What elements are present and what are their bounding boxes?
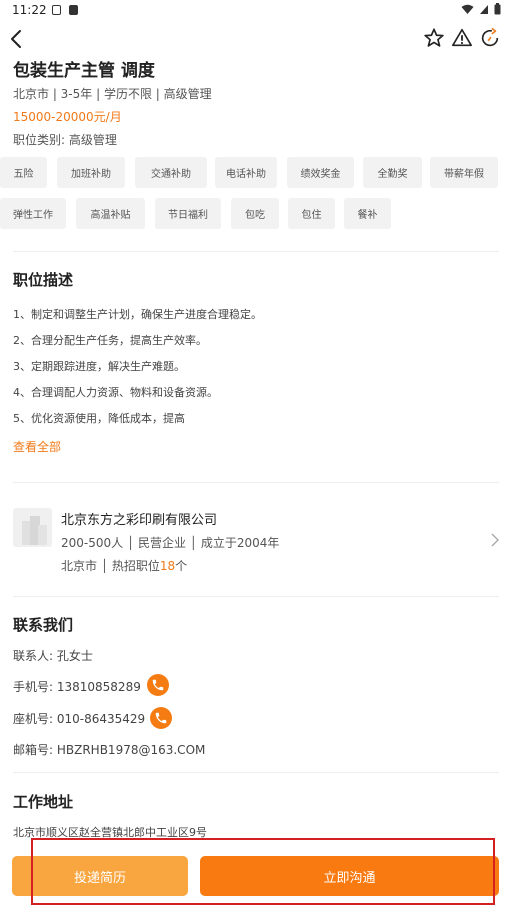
wifi-icon bbox=[461, 4, 474, 14]
chevron-right-icon[interactable] bbox=[490, 533, 500, 547]
company-location: 北京市 │ 热招职位18个 bbox=[61, 557, 187, 574]
address-heading: 工作地址 bbox=[13, 793, 74, 811]
benefit-tag: 全勤奖 bbox=[363, 157, 422, 188]
description-line: 3、定期跟踪进度，解决生产难题。 bbox=[13, 360, 185, 373]
call-mobile-button[interactable] bbox=[147, 674, 169, 696]
job-title: 包装生产主管 调度 bbox=[13, 61, 155, 81]
divider bbox=[13, 251, 499, 252]
contact-person: 联系人: 孔女士 bbox=[13, 649, 93, 663]
share-refresh-icon[interactable] bbox=[479, 27, 501, 49]
benefit-tag: 电话补助 bbox=[215, 157, 277, 188]
company-logo bbox=[13, 508, 52, 547]
benefit-tag: 弹性工作 bbox=[0, 198, 66, 229]
description-line: 2、合理分配生产任务，提高生产效率。 bbox=[13, 334, 207, 347]
divider bbox=[13, 596, 499, 597]
call-landline-button[interactable] bbox=[150, 707, 172, 729]
hot-jobs-count: 18 bbox=[159, 559, 176, 573]
notification-icon bbox=[52, 5, 61, 15]
benefit-tag: 加班补助 bbox=[57, 157, 125, 188]
company-location-prefix: 北京市 │ 热招职位 bbox=[61, 559, 160, 573]
benefit-tag: 交通补助 bbox=[135, 157, 207, 188]
description-line: 5、优化资源使用，降低成本，提高 bbox=[13, 412, 185, 425]
status-bar: 11:22 bbox=[0, 0, 511, 22]
benefit-tag: 餐补 bbox=[344, 198, 391, 229]
view-all-link[interactable]: 查看全部 bbox=[13, 438, 61, 455]
job-meta: 北京市 | 3-5年 | 学历不限 | 高级管理 bbox=[13, 87, 212, 101]
building-icon bbox=[22, 516, 47, 545]
contact-landline: 座机号: 010-86435429 bbox=[13, 712, 146, 726]
battery-icon bbox=[494, 3, 501, 15]
benefit-tag: 包住 bbox=[288, 198, 335, 229]
report-warning-icon[interactable] bbox=[451, 27, 473, 49]
benefit-tag: 带薪年假 bbox=[430, 157, 498, 188]
benefit-tag: 节日福利 bbox=[155, 198, 221, 229]
benefit-tag: 高温补贴 bbox=[76, 198, 145, 229]
status-time: 11:22 bbox=[12, 3, 47, 17]
phone-icon bbox=[155, 712, 167, 724]
description-line: 1、制定和调整生产计划，确保生产进度合理稳定。 bbox=[13, 308, 262, 321]
benefit-tag: 五险 bbox=[0, 157, 47, 188]
company-name[interactable]: 北京东方之彩印刷有限公司 bbox=[61, 509, 217, 528]
top-bar bbox=[0, 24, 511, 54]
notification-icon-2 bbox=[69, 5, 78, 15]
company-location-suffix: 个 bbox=[175, 559, 188, 573]
favorite-star-icon[interactable] bbox=[423, 27, 445, 49]
job-category: 职位类别: 高级管理 bbox=[13, 133, 117, 147]
divider bbox=[13, 772, 499, 773]
highlight-box bbox=[31, 838, 495, 905]
benefit-tag: 绩效奖金 bbox=[287, 157, 354, 188]
signal-icon bbox=[480, 4, 488, 14]
description-heading: 职位描述 bbox=[13, 271, 74, 289]
company-info: 200-500人 │ 民营企业 │ 成立于2004年 bbox=[61, 536, 280, 550]
contact-heading: 联系我们 bbox=[13, 616, 74, 634]
contact-email: 邮箱号: HBZRHB1978@163.COM bbox=[13, 743, 206, 757]
divider bbox=[13, 482, 499, 483]
phone-icon bbox=[152, 679, 164, 691]
contact-mobile: 手机号: 13810858289 bbox=[13, 680, 141, 694]
job-salary: 15000-20000元/月 bbox=[13, 110, 122, 124]
back-arrow-icon[interactable] bbox=[6, 26, 30, 52]
description-line: 4、合理调配人力资源、物料和设备资源。 bbox=[13, 386, 218, 399]
benefit-tag: 包吃 bbox=[231, 198, 279, 229]
